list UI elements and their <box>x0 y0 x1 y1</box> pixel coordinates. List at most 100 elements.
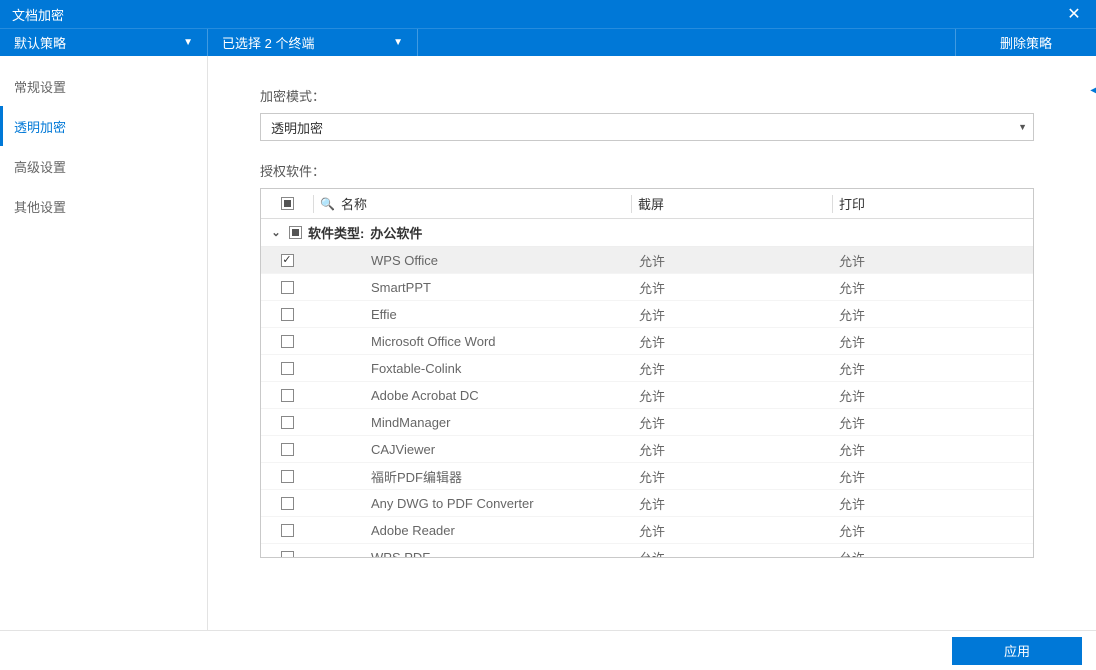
row-screen: 允许 <box>633 359 833 378</box>
group-name: 办公软件 <box>370 223 422 242</box>
table-row[interactable]: MindManager允许允许 <box>261 409 1033 436</box>
header-screen-cell[interactable]: 截屏 <box>632 194 832 213</box>
toolbar-spacer <box>418 29 956 56</box>
row-name: Adobe Reader <box>313 523 633 538</box>
row-print: 允许 <box>833 278 1033 297</box>
mode-select[interactable]: 透明加密 ▼ <box>260 113 1034 141</box>
row-name: 福昕PDF编辑器 <box>313 467 633 486</box>
terminal-dropdown[interactable]: 已选择 2 个终端 ▼ <box>208 29 418 56</box>
row-screen: 允许 <box>633 494 833 513</box>
caret-down-icon: ▼ <box>183 37 193 48</box>
row-checkbox[interactable] <box>281 362 294 375</box>
row-screen: 允许 <box>633 386 833 405</box>
row-screen: 允许 <box>633 305 833 324</box>
mode-label: 加密模式： <box>260 86 1060 105</box>
row-screen: 允许 <box>633 332 833 351</box>
row-name: MindManager <box>313 415 633 430</box>
row-print: 允许 <box>833 548 1033 559</box>
table-row[interactable]: Adobe Acrobat DC允许允许 <box>261 382 1033 409</box>
table-row[interactable]: Foxtable-Colink允许允许 <box>261 355 1033 382</box>
sidebar-item-1[interactable]: 透明加密 <box>0 106 207 146</box>
header-name-label: 名称 <box>341 194 367 213</box>
group-checkbox[interactable] <box>289 226 302 239</box>
row-screen: 允许 <box>633 521 833 540</box>
row-screen: 允许 <box>633 467 833 486</box>
software-table: 🔍 名称 截屏 打印 ⌄ 软件类型: 办公软件 WPS Office允许允许Sm… <box>260 188 1034 558</box>
table-header: 🔍 名称 截屏 打印 <box>261 189 1033 219</box>
select-all-checkbox[interactable] <box>281 197 294 210</box>
triangle-down-icon: ▼ <box>1018 122 1027 132</box>
row-checkbox[interactable] <box>281 308 294 321</box>
row-checkbox[interactable] <box>281 551 294 559</box>
policy-dropdown[interactable]: 默认策略 ▼ <box>0 29 208 56</box>
row-print: 允许 <box>833 359 1033 378</box>
table-row[interactable]: Microsoft Office Word允许允许 <box>261 328 1033 355</box>
chevron-down-icon[interactable]: ⌄ <box>269 226 283 239</box>
row-checkbox[interactable] <box>281 389 294 402</box>
header-name-cell[interactable]: 🔍 名称 <box>314 194 631 213</box>
table-row[interactable]: SmartPPT允许允许 <box>261 274 1033 301</box>
row-print: 允许 <box>833 440 1033 459</box>
table-row[interactable]: Effie允许允许 <box>261 301 1033 328</box>
software-label: 授权软件： <box>260 161 1060 180</box>
row-checkbox[interactable] <box>281 470 294 483</box>
table-row[interactable]: 福昕PDF编辑器允许允许 <box>261 463 1033 490</box>
row-print: 允许 <box>833 467 1033 486</box>
row-name: Adobe Acrobat DC <box>313 388 633 403</box>
close-icon[interactable]: ✕ <box>1060 0 1088 28</box>
row-screen: 允许 <box>633 413 833 432</box>
delete-policy-button[interactable]: 删除策略 <box>956 29 1096 56</box>
row-print: 允许 <box>833 332 1033 351</box>
side-handle-icon[interactable] <box>1090 85 1096 97</box>
mode-value: 透明加密 <box>271 118 323 137</box>
row-checkbox[interactable] <box>281 254 294 267</box>
row-name: WPS Office <box>313 253 633 268</box>
row-checkbox[interactable] <box>281 335 294 348</box>
row-print: 允许 <box>833 521 1033 540</box>
group-row[interactable]: ⌄ 软件类型: 办公软件 <box>261 219 1033 247</box>
body: 常规设置透明加密高级设置其他设置 加密模式： 透明加密 ▼ 授权软件： 🔍 名称… <box>0 56 1096 630</box>
row-checkbox[interactable] <box>281 443 294 456</box>
row-screen: 允许 <box>633 251 833 270</box>
row-name: WPS PDF <box>313 550 633 559</box>
sidebar-item-2[interactable]: 高级设置 <box>0 146 207 186</box>
row-print: 允许 <box>833 413 1033 432</box>
title-bar: 文档加密 ✕ <box>0 0 1096 28</box>
row-name: Microsoft Office Word <box>313 334 633 349</box>
sidebar: 常规设置透明加密高级设置其他设置 <box>0 56 208 630</box>
row-name: Any DWG to PDF Converter <box>313 496 633 511</box>
caret-down-icon: ▼ <box>393 37 403 48</box>
table-row[interactable]: CAJViewer允许允许 <box>261 436 1033 463</box>
row-name: Effie <box>313 307 633 322</box>
row-checkbox[interactable] <box>281 497 294 510</box>
footer: 应用 <box>0 630 1096 670</box>
header-checkbox-cell <box>261 197 313 210</box>
row-checkbox[interactable] <box>281 524 294 537</box>
table-row[interactable]: Any DWG to PDF Converter允许允许 <box>261 490 1033 517</box>
row-print: 允许 <box>833 386 1033 405</box>
search-icon: 🔍 <box>320 197 335 211</box>
row-name: Foxtable-Colink <box>313 361 633 376</box>
row-name: CAJViewer <box>313 442 633 457</box>
row-screen: 允许 <box>633 548 833 559</box>
sidebar-item-0[interactable]: 常规设置 <box>0 66 207 106</box>
table-row[interactable]: WPS PDF允许允许 <box>261 544 1033 558</box>
main-panel: 加密模式： 透明加密 ▼ 授权软件： 🔍 名称 截屏 <box>208 56 1096 630</box>
table-row[interactable]: Adobe Reader允许允许 <box>261 517 1033 544</box>
toolbar: 默认策略 ▼ 已选择 2 个终端 ▼ 删除策略 <box>0 28 1096 56</box>
table-row[interactable]: WPS Office允许允许 <box>261 247 1033 274</box>
row-checkbox[interactable] <box>281 281 294 294</box>
row-screen: 允许 <box>633 278 833 297</box>
apply-button[interactable]: 应用 <box>952 637 1082 665</box>
row-print: 允许 <box>833 251 1033 270</box>
sidebar-item-3[interactable]: 其他设置 <box>0 186 207 226</box>
row-print: 允许 <box>833 494 1033 513</box>
row-checkbox[interactable] <box>281 416 294 429</box>
row-name: SmartPPT <box>313 280 633 295</box>
group-prefix: 软件类型: <box>308 223 364 242</box>
row-print: 允许 <box>833 305 1033 324</box>
policy-dropdown-label: 默认策略 <box>14 33 66 52</box>
header-print-cell[interactable]: 打印 <box>833 194 1033 213</box>
terminal-dropdown-label: 已选择 2 个终端 <box>222 33 314 52</box>
row-screen: 允许 <box>633 440 833 459</box>
